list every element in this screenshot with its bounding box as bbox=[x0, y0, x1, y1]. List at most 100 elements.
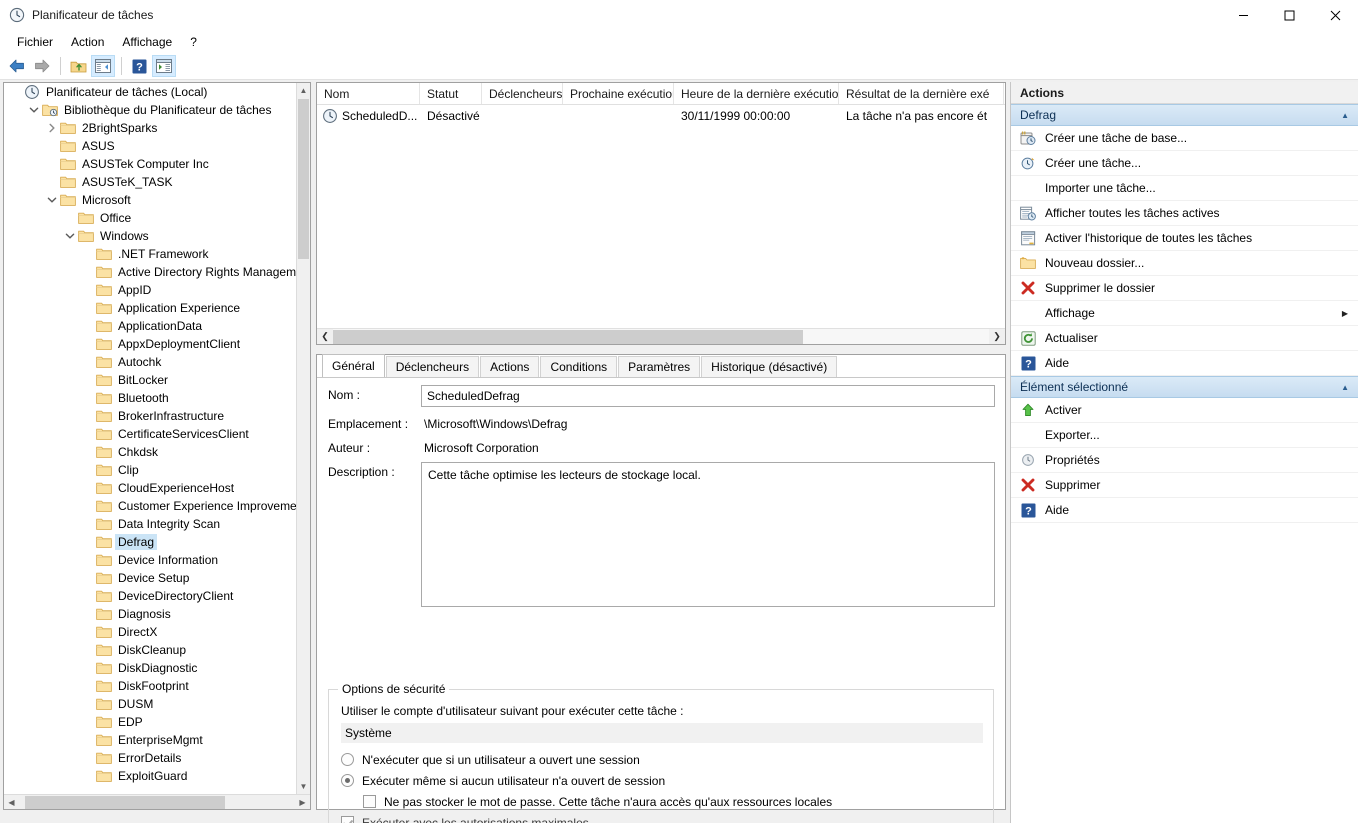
radio-run-only-logged-on[interactable]: N'exécuter que si un utilisateur a ouver… bbox=[341, 749, 983, 770]
tab-historique-d-sactiv[interactable]: Historique (désactivé) bbox=[701, 356, 838, 377]
tree-scroll-left-icon[interactable]: ◀ bbox=[4, 798, 19, 807]
action-item-cr-er-une-t-che-de-base[interactable]: Créer une tâche de base... bbox=[1011, 126, 1358, 151]
detail-tabs[interactable]: Général Déclencheurs Actions Conditions Para… bbox=[317, 354, 1005, 378]
tree-node-active-directory-rights-manageme[interactable]: Active Directory Rights Manageme bbox=[4, 263, 296, 281]
forward-icon[interactable] bbox=[30, 55, 54, 77]
action-item-actualiser[interactable]: Actualiser bbox=[1011, 326, 1358, 351]
tree-node-customer-experience-improvement[interactable]: Customer Experience Improvement bbox=[4, 497, 296, 515]
tree-node-office[interactable]: Office bbox=[4, 209, 296, 227]
tree-node-asus[interactable]: ASUS bbox=[4, 137, 296, 155]
tree-node-application-experience[interactable]: Application Experience bbox=[4, 299, 296, 317]
menu-action[interactable]: Action bbox=[62, 32, 113, 52]
description-textarea[interactable]: Cette tâche optimise les lecteurs de sto… bbox=[421, 462, 995, 607]
tab-param-tres[interactable]: Paramètres bbox=[618, 356, 701, 377]
task-list-scroll-left-icon[interactable]: ❮ bbox=[317, 331, 333, 342]
tree-node-data-integrity-scan[interactable]: Data Integrity Scan bbox=[4, 515, 296, 533]
tree-node-cloudexperiencehost[interactable]: CloudExperienceHost bbox=[4, 479, 296, 497]
tree-node-certificateservicesclient[interactable]: CertificateServicesClient bbox=[4, 425, 296, 443]
tree-scroll-thumb[interactable] bbox=[298, 99, 309, 259]
action-item-aide[interactable]: ? Aide bbox=[1011, 351, 1358, 376]
action-item-importer-une-t-che[interactable]: Importer une tâche... bbox=[1011, 176, 1358, 201]
tree-node-microsoft[interactable]: Microsoft bbox=[4, 191, 296, 209]
radio-icon-logged-on[interactable] bbox=[341, 753, 354, 766]
submenu-arrow-icon[interactable]: ▶ bbox=[1342, 309, 1348, 318]
console-tree[interactable]: Planificateur de tâches (Local) Bibliothè… bbox=[4, 83, 296, 794]
column-header-r-sultat-de-la-derni-re-ex[interactable]: Résultat de la dernière exé bbox=[839, 83, 1004, 104]
action-item-cr-er-une-t-che[interactable]: Créer une tâche... bbox=[1011, 151, 1358, 176]
tree-node-enterprisemgmt[interactable]: EnterpriseMgmt bbox=[4, 731, 296, 749]
tree-node-devicedirectoryclient[interactable]: DeviceDirectoryClient bbox=[4, 587, 296, 605]
close-button[interactable] bbox=[1312, 0, 1358, 30]
tree-node-net-framework[interactable]: .NET Framework bbox=[4, 245, 296, 263]
minimize-button[interactable] bbox=[1220, 0, 1266, 30]
action-item-propri-t-s[interactable]: Propriétés bbox=[1011, 448, 1358, 473]
tree-scroll-up-icon[interactable]: ▲ bbox=[297, 83, 310, 98]
task-list-row[interactable]: ScheduledD... Désactivé 30/11/1999 00:00:0… bbox=[317, 105, 1005, 127]
tree-node-asustek-task[interactable]: ASUSTeK_TASK bbox=[4, 173, 296, 191]
checkbox-highest-privileges[interactable]: Exécuter avec les autorisations maximale… bbox=[341, 812, 983, 823]
action-item-supprimer[interactable]: Supprimer bbox=[1011, 473, 1358, 498]
tab-d-clencheurs[interactable]: Déclencheurs bbox=[385, 356, 480, 377]
tree-hscroll-thumb[interactable] bbox=[25, 795, 225, 809]
task-list-scroll-right-icon[interactable]: ❯ bbox=[989, 331, 1005, 342]
chevron-up-icon[interactable]: ▲ bbox=[1341, 111, 1349, 120]
column-header-heure-de-la-derni-re-ex-cution[interactable]: Heure de la dernière exécution bbox=[674, 83, 839, 104]
tree-node-appxdeploymentclient[interactable]: AppxDeploymentClient bbox=[4, 335, 296, 353]
tree-node-dusm[interactable]: DUSM bbox=[4, 695, 296, 713]
chevron-right-icon[interactable] bbox=[44, 120, 60, 136]
task-list-hscroll-track[interactable] bbox=[333, 328, 989, 344]
tree-node-diagnosis[interactable]: Diagnosis bbox=[4, 605, 296, 623]
tree-node-appid[interactable]: AppID bbox=[4, 281, 296, 299]
action-item-activer-l-historique-de-toutes-les-t-ches[interactable]: Activer l'historique de toutes les tâche… bbox=[1011, 226, 1358, 251]
action-item-affichage[interactable]: Affichage ▶ bbox=[1011, 301, 1358, 326]
tree-scroll-right-icon[interactable]: ▶ bbox=[295, 798, 310, 807]
tree-node-autochk[interactable]: Autochk bbox=[4, 353, 296, 371]
checkbox-icon-highest-privileges[interactable] bbox=[341, 816, 354, 823]
checkbox-icon-no-password[interactable] bbox=[363, 795, 376, 808]
tab-g-n-ral[interactable]: Général bbox=[322, 354, 385, 377]
tree-vertical-scrollbar[interactable]: ▲ ▼ bbox=[296, 83, 310, 794]
action-item-activer[interactable]: Activer bbox=[1011, 398, 1358, 423]
tree-node-bluetooth[interactable]: Bluetooth bbox=[4, 389, 296, 407]
action-item-exporter[interactable]: Exporter... bbox=[1011, 423, 1358, 448]
tree-node-errordetails[interactable]: ErrorDetails bbox=[4, 749, 296, 767]
tree-node-clip[interactable]: Clip bbox=[4, 461, 296, 479]
menu-fichier[interactable]: Fichier bbox=[8, 32, 62, 52]
chevron-down-icon[interactable] bbox=[26, 102, 42, 118]
tree-node-brokerinfrastructure[interactable]: BrokerInfrastructure bbox=[4, 407, 296, 425]
tree-horizontal-scrollbar[interactable]: ◀ ▶ bbox=[4, 794, 310, 809]
tree-node-diskcleanup[interactable]: DiskCleanup bbox=[4, 641, 296, 659]
nom-input[interactable]: ScheduledDefrag bbox=[421, 385, 995, 407]
up-folder-icon[interactable] bbox=[66, 55, 90, 77]
chevron-down-icon[interactable] bbox=[62, 228, 78, 244]
column-header-prochaine-ex-cution[interactable]: Prochaine exécution bbox=[563, 83, 674, 104]
actions-section-header-defrag[interactable]: Defrag ▲ bbox=[1011, 104, 1358, 126]
tree-node-chkdsk[interactable]: Chkdsk bbox=[4, 443, 296, 461]
show-action-pane-icon[interactable] bbox=[152, 55, 176, 77]
radio-icon-whether-logged-on[interactable] bbox=[341, 774, 354, 787]
back-icon[interactable] bbox=[5, 55, 29, 77]
maximize-button[interactable] bbox=[1266, 0, 1312, 30]
column-header-statut[interactable]: Statut bbox=[420, 83, 482, 104]
show-tree-icon[interactable] bbox=[91, 55, 115, 77]
task-list-horizontal-scrollbar[interactable]: ❮ ❯ bbox=[317, 328, 1005, 344]
tree-node-planificateur-de-t-ches-local[interactable]: Planificateur de tâches (Local) bbox=[4, 83, 296, 101]
menu-affichage[interactable]: Affichage bbox=[113, 32, 181, 52]
chevron-down-icon[interactable] bbox=[44, 192, 60, 208]
tree-node-device-setup[interactable]: Device Setup bbox=[4, 569, 296, 587]
checkbox-do-not-store-password[interactable]: Ne pas stocker le mot de passe. Cette tâ… bbox=[341, 791, 983, 812]
tree-node-defrag[interactable]: Defrag bbox=[4, 533, 296, 551]
tree-node-device-information[interactable]: Device Information bbox=[4, 551, 296, 569]
task-list-header[interactable]: Nom Statut Déclencheurs Prochaine exécution… bbox=[317, 83, 1005, 105]
tree-hscroll-track[interactable] bbox=[19, 795, 295, 810]
radio-run-whether-logged-on[interactable]: Exécuter même si aucun utilisateur n'a o… bbox=[341, 770, 983, 791]
tree-node-edp[interactable]: EDP bbox=[4, 713, 296, 731]
tree-node-diskfootprint[interactable]: DiskFootprint bbox=[4, 677, 296, 695]
tree-node-directx[interactable]: DirectX bbox=[4, 623, 296, 641]
tree-node-applicationdata[interactable]: ApplicationData bbox=[4, 317, 296, 335]
tree-node-bitlocker[interactable]: BitLocker bbox=[4, 371, 296, 389]
tree-node-diskdiagnostic[interactable]: DiskDiagnostic bbox=[4, 659, 296, 677]
column-header-nom[interactable]: Nom bbox=[317, 83, 420, 104]
tree-node-windows[interactable]: Windows bbox=[4, 227, 296, 245]
chevron-up-icon[interactable]: ▲ bbox=[1341, 383, 1349, 392]
